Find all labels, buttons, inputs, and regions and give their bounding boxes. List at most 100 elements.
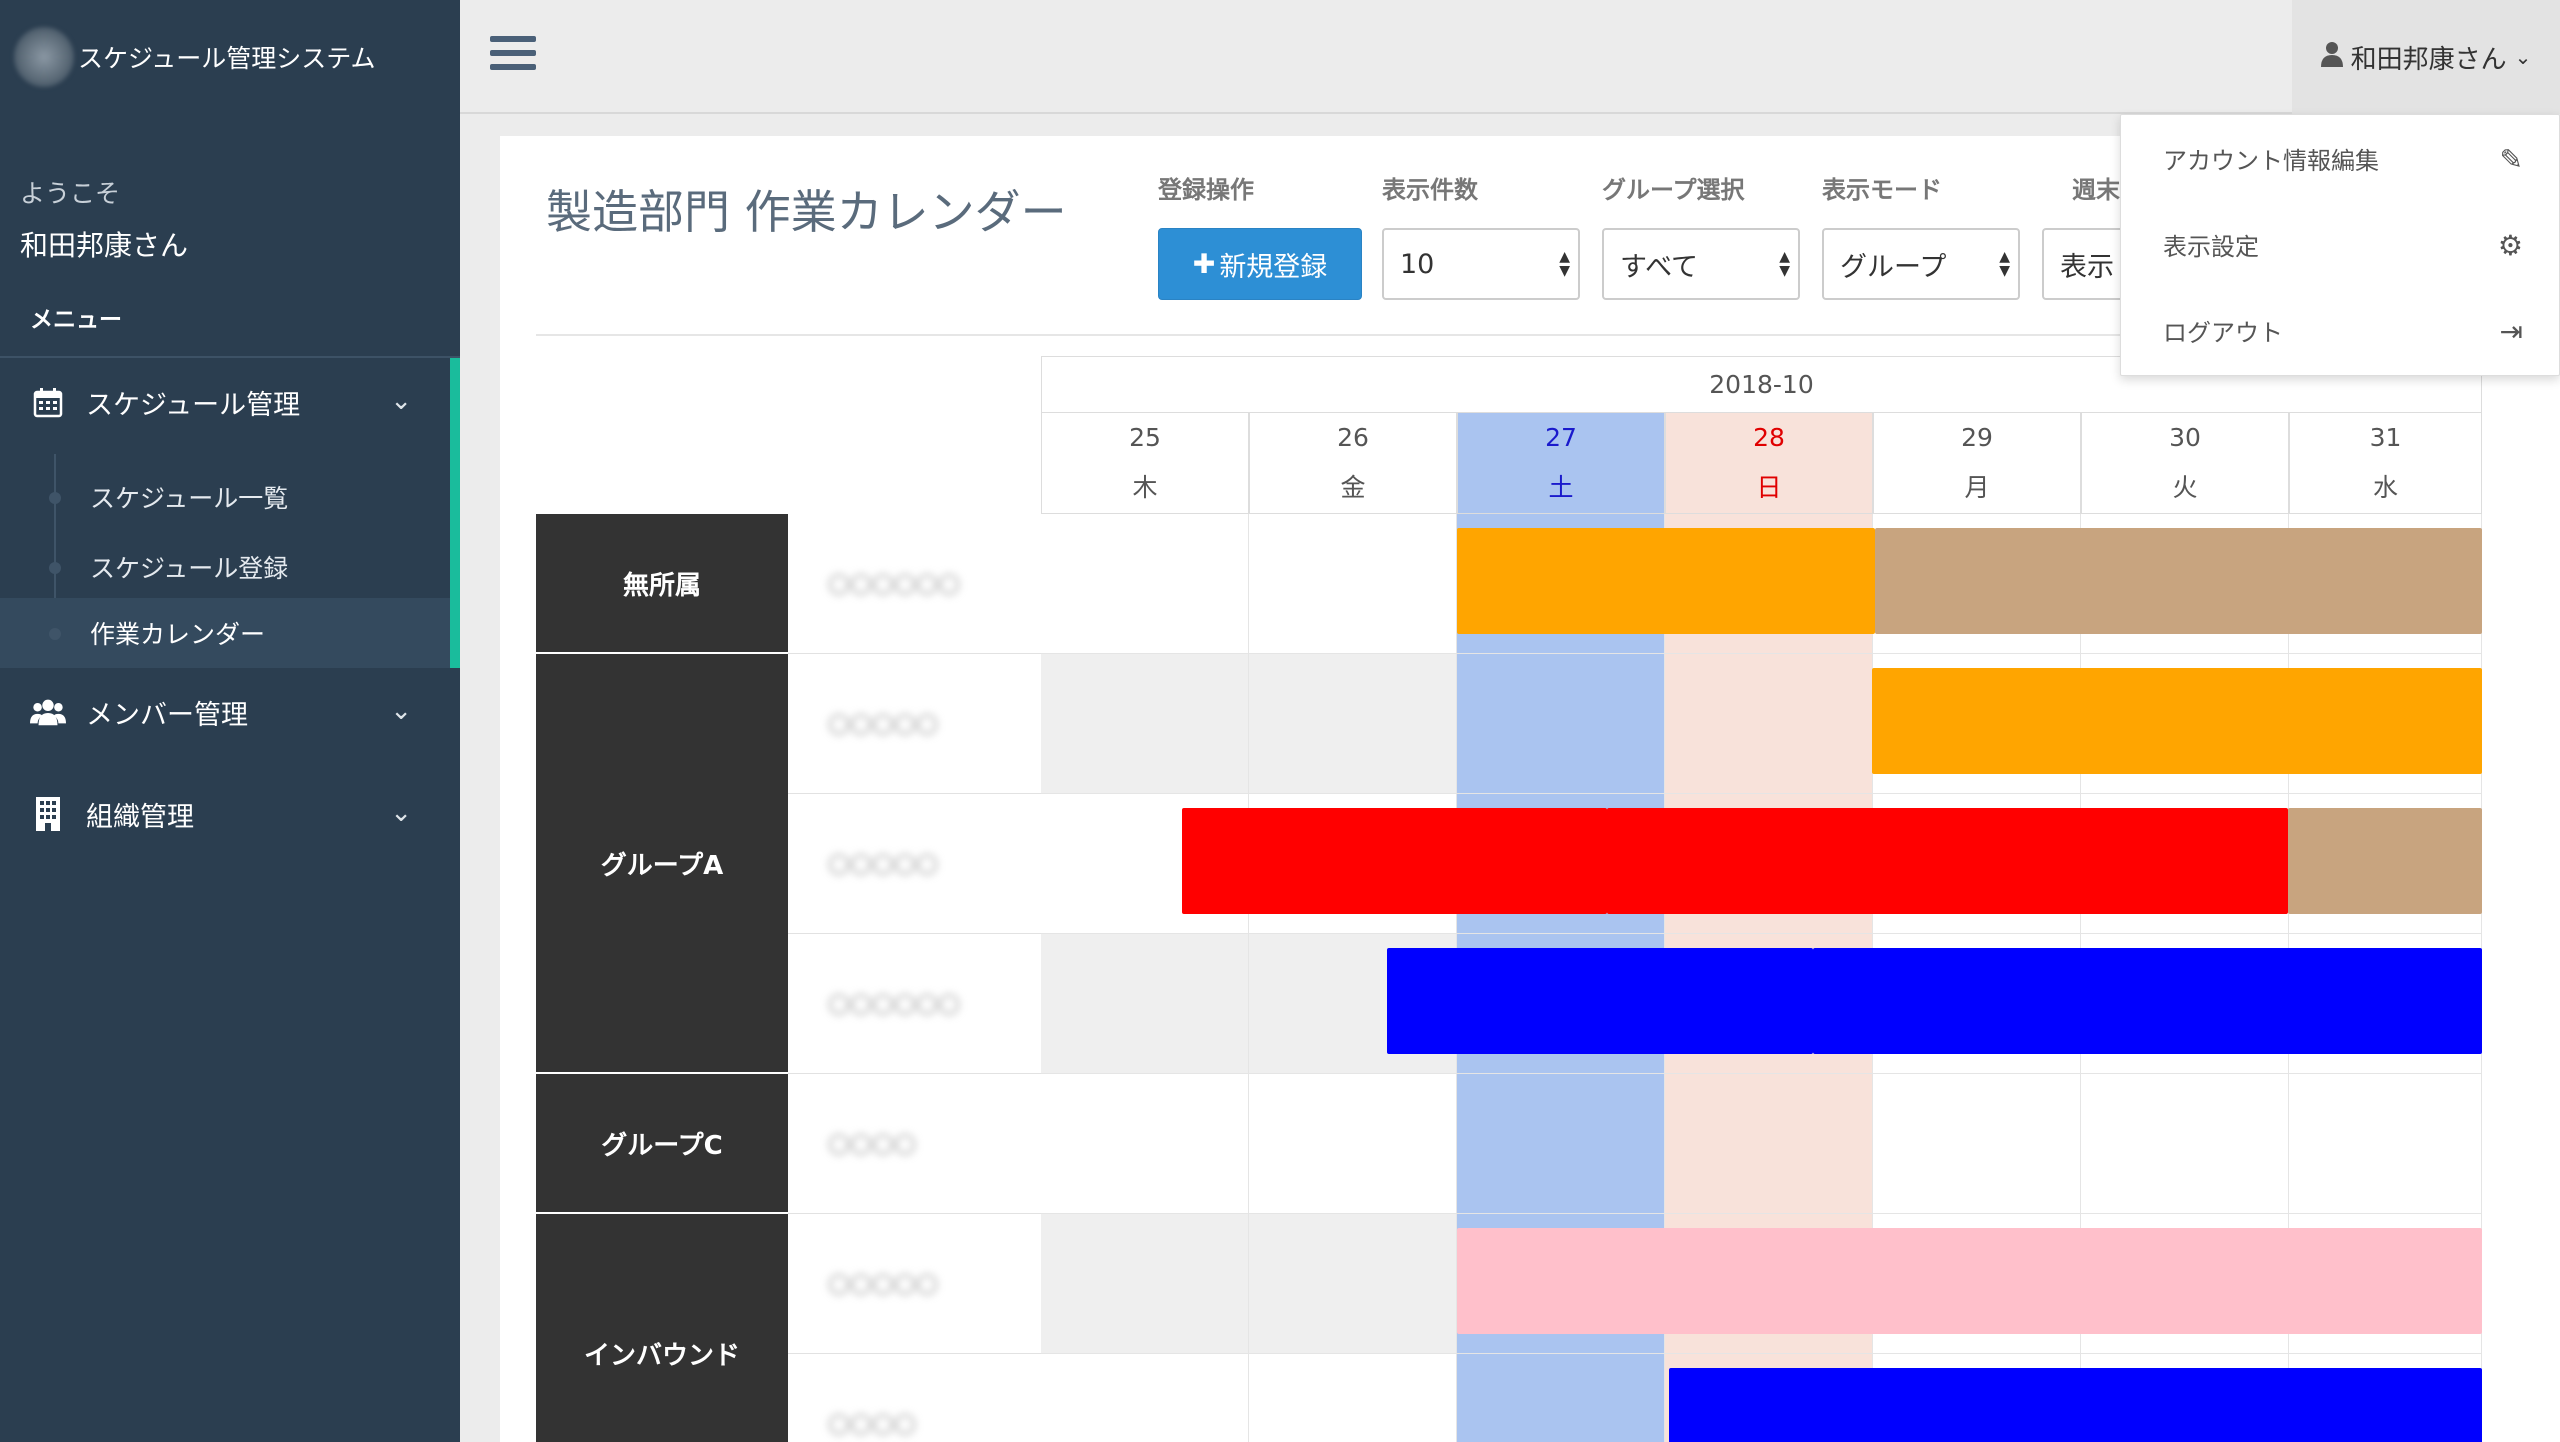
day-weekday: 水	[2372, 473, 2398, 502]
schedule-event-bar[interactable]	[1457, 1228, 2482, 1334]
member-name: 〇〇〇〇〇〇	[828, 573, 961, 599]
schedule-event-bar[interactable]	[1607, 808, 2288, 914]
calendar-cell[interactable]	[1249, 1214, 1457, 1354]
new-register-button[interactable]: ✚ 新規登録	[1158, 228, 1362, 300]
register-label: 登録操作	[1158, 176, 1254, 204]
gear-icon: ⚙	[2497, 229, 2523, 262]
day-weekday: 日	[1756, 473, 1782, 502]
calendar-cell[interactable]	[1249, 654, 1457, 794]
nav-member-management[interactable]: メンバー管理 ⌄	[0, 668, 460, 756]
menu-item-logout[interactable]: ログアウト ⇥	[2121, 287, 2560, 373]
calendar-cell[interactable]	[1249, 1074, 1457, 1214]
calendar-cell[interactable]	[1249, 1354, 1457, 1442]
schedule-event-bar[interactable]	[1387, 948, 1813, 1054]
work-calendar: 2018-10 25 木 26 金 27 土 28 日 29 月 30 火 31 水 無所属 グループA グル…	[536, 356, 2482, 1442]
sub-item-schedule-list[interactable]: スケジュール一覧	[0, 462, 450, 532]
bullet-dot	[49, 628, 61, 640]
sub-item-label: 作業カレンダー	[90, 620, 266, 649]
select-arrows-icon: ▲ ▼	[1779, 249, 1790, 279]
schedule-event-bar[interactable]	[1875, 528, 2482, 634]
day-date: 31	[2369, 423, 2402, 452]
calendar-cell[interactable]	[1665, 1074, 1873, 1214]
schedule-event-bar[interactable]	[1457, 528, 1875, 634]
group-select[interactable]: すべて ▲ ▼	[1602, 228, 1800, 300]
day-header: 27 土	[1457, 412, 1665, 514]
day-date: 27	[1545, 423, 1577, 452]
calendar-cell[interactable]	[1457, 1354, 1665, 1442]
calendar-cell[interactable]	[2081, 1074, 2289, 1214]
welcome-user-name: 和田邦康さん	[20, 229, 189, 262]
nav-schedule-management-label: スケジュール管理	[86, 389, 301, 421]
hamburger-menu-icon[interactable]	[490, 36, 536, 76]
day-header: 25 木	[1041, 412, 1249, 514]
nav-organization-management[interactable]: 組織管理 ⌄	[0, 770, 460, 858]
calendar-cell[interactable]	[1041, 1074, 1249, 1214]
calendar-cell[interactable]	[1873, 1074, 2081, 1214]
group-label: グループA	[536, 654, 788, 1074]
user-icon	[2320, 41, 2343, 74]
member-name-cell[interactable]: 〇〇〇〇〇	[788, 654, 1041, 794]
chevron-down-icon: ⌄	[390, 798, 412, 828]
bullet-dot	[49, 562, 61, 574]
member-name-cell[interactable]: 〇〇〇〇	[788, 1074, 1041, 1214]
calendar-cell[interactable]	[1041, 1354, 1249, 1442]
calendar-cell[interactable]	[1041, 1214, 1249, 1354]
mode-select[interactable]: グループ ▲ ▼	[1822, 228, 2020, 300]
member-name-cell[interactable]: 〇〇〇〇〇〇	[788, 514, 1041, 654]
count-select-value: 10	[1400, 248, 1435, 280]
menu-item-display-settings[interactable]: 表示設定 ⚙	[2121, 201, 2560, 287]
day-date: 30	[2169, 423, 2201, 452]
calendar-cell[interactable]	[1457, 1074, 1665, 1214]
day-weekday: 火	[2172, 473, 2198, 502]
group-select-value: すべて	[1620, 251, 1699, 283]
new-register-label: 新規登録	[1219, 251, 1328, 283]
group-label: 無所属	[536, 514, 788, 654]
day-date: 29	[1961, 423, 1993, 452]
sub-item-label: スケジュール一覧	[90, 484, 289, 513]
group-select-label: グループ選択	[1602, 176, 1745, 204]
calendar-cell[interactable]	[1249, 514, 1457, 654]
nav-schedule-management[interactable]: スケジュール管理 ⌄	[0, 358, 460, 446]
nav-member-management-label: メンバー管理	[86, 699, 248, 731]
menu-item-label: アカウント情報編集	[2163, 146, 2379, 175]
sub-item-label: スケジュール登録	[90, 554, 289, 583]
sub-item-work-calendar[interactable]: 作業カレンダー	[0, 598, 450, 668]
mode-select-value: グループ	[1840, 251, 1947, 283]
schedule-event-bar[interactable]	[1872, 668, 2482, 774]
calendar-cell[interactable]	[1041, 654, 1249, 794]
member-name-cell[interactable]: 〇〇〇〇〇〇	[788, 934, 1041, 1074]
calendar-cell[interactable]	[1457, 654, 1665, 794]
brand-logo	[14, 27, 74, 87]
count-select[interactable]: 10 ▲ ▼	[1382, 228, 1580, 300]
day-weekday: 土	[1548, 473, 1574, 502]
schedule-event-bar[interactable]	[1669, 1368, 2482, 1442]
pencil-icon: ✎	[2499, 143, 2523, 176]
calendar-cell[interactable]	[1665, 654, 1873, 794]
schedule-event-bar[interactable]	[1813, 948, 2482, 1054]
day-weekday: 月	[1964, 473, 1990, 502]
day-header: 31 水	[2289, 412, 2482, 514]
schedule-event-bar[interactable]	[1182, 808, 1607, 914]
member-name-cell[interactable]: 〇〇〇〇	[788, 1354, 1041, 1442]
user-menu-button[interactable]: 和田邦康さん ⌄	[2292, 0, 2560, 114]
calendar-icon	[30, 384, 66, 420]
member-name: 〇〇〇〇〇	[828, 713, 939, 739]
brand[interactable]: スケジュール管理システム	[0, 0, 460, 114]
sub-item-schedule-register[interactable]: スケジュール登録	[0, 532, 450, 602]
building-icon	[30, 796, 66, 832]
member-name: 〇〇〇〇〇〇	[828, 993, 961, 1019]
schedule-submenu: スケジュール一覧 スケジュール登録 作業カレンダー	[0, 454, 450, 668]
day-date: 28	[1753, 423, 1785, 452]
weekend-label: 週末	[2072, 176, 2120, 204]
welcome-block: ようこそ 和田邦康さん	[0, 114, 460, 264]
chevron-down-icon: ⌄	[390, 696, 412, 726]
schedule-event-bar[interactable]	[2288, 808, 2482, 914]
user-menu-label: 和田邦康さん	[2350, 44, 2507, 75]
calendar-cell[interactable]	[2289, 1074, 2482, 1214]
calendar-cell[interactable]	[1041, 514, 1249, 654]
calendar-cell[interactable]	[1041, 934, 1249, 1074]
app-title: スケジュール管理システム	[78, 44, 376, 73]
menu-item-account-edit[interactable]: アカウント情報編集 ✎	[2121, 115, 2560, 201]
member-name-cell[interactable]: 〇〇〇〇〇	[788, 794, 1041, 934]
member-name-cell[interactable]: 〇〇〇〇〇	[788, 1214, 1041, 1354]
